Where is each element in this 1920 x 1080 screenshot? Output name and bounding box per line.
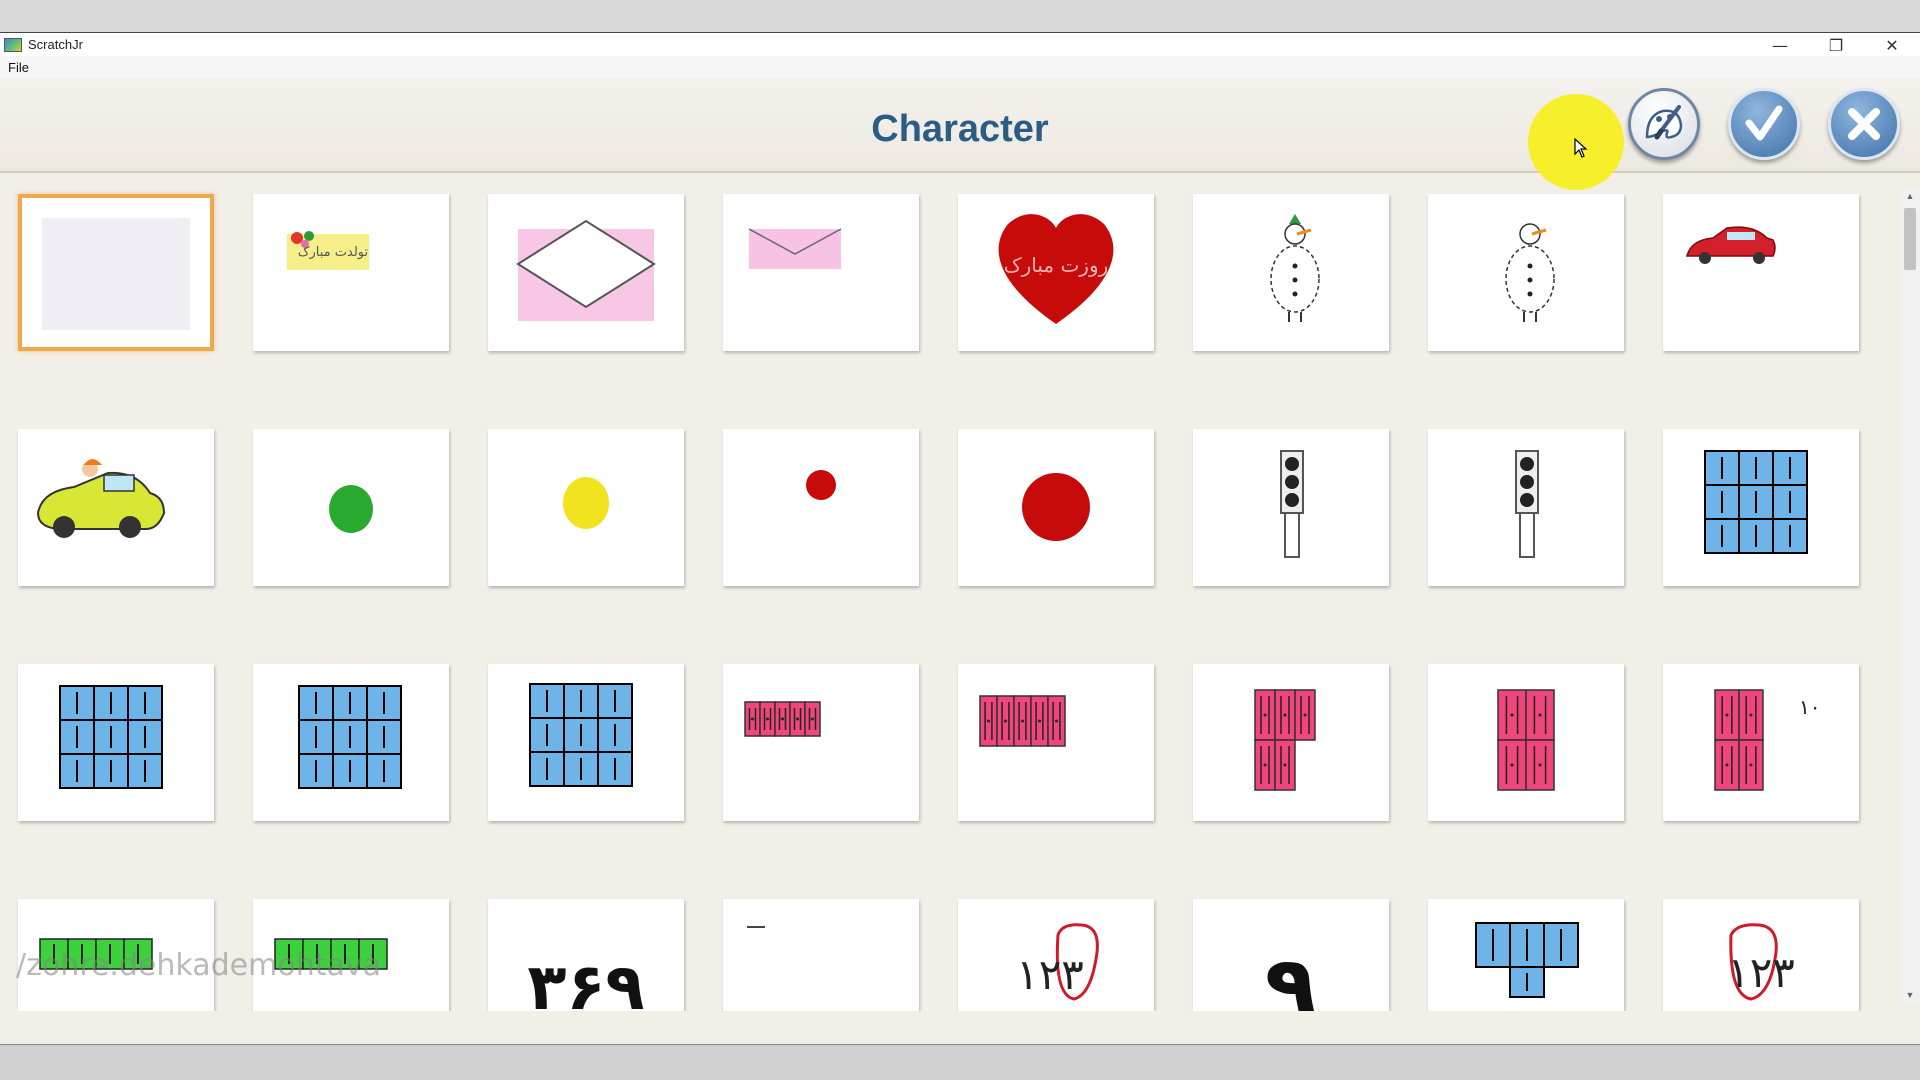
- blue-blocks-grid-2-thumbnail: [59, 685, 163, 789]
- watermark-text: /zohre.dehkademohtava: [16, 948, 382, 983]
- screen-top-band: [0, 0, 1920, 32]
- character-grid: تولدت مبارک روزت مبارک ۱۰ ۳۶۹ ۱۲۳ ۹ ۱۲۳: [0, 173, 1900, 1011]
- library-header: Character: [0, 78, 1920, 190]
- number-369-text: ۳۶۹: [527, 951, 644, 1011]
- character-tile-pink-blocks-column[interactable]: [1428, 664, 1624, 821]
- scroll-thumb[interactable]: [1904, 208, 1916, 270]
- paint-editor-button[interactable]: [1628, 88, 1700, 160]
- blue-blocks-partial-thumbnail: [1475, 922, 1579, 998]
- character-tile-red-heart-card[interactable]: روزت مبارک: [958, 194, 1154, 351]
- checkmark-icon: [1745, 105, 1783, 141]
- digit-10-text: ۱۰: [1799, 695, 1820, 719]
- character-tile-pink-strip-long[interactable]: [958, 664, 1154, 821]
- character-tile-persian-number-369[interactable]: ۳۶۹: [488, 899, 684, 1011]
- character-tile-blue-blocks-grid-1[interactable]: [1663, 429, 1859, 586]
- pink-blocks-l-shape-thumbnail: [1254, 689, 1316, 791]
- dash-sprite-thumbnail: [747, 926, 765, 928]
- character-tile-persian-number-123[interactable]: ۱۲۳: [958, 899, 1154, 1011]
- number-123-text: ۱۲۳: [1016, 950, 1084, 999]
- blank-character-thumbnail: [42, 218, 190, 330]
- flower-card-text: تولدت مبارک: [298, 245, 369, 260]
- red-heart-card-thumbnail: روزت مبارک: [998, 214, 1114, 324]
- character-tile-pink-envelope-small[interactable]: [723, 194, 919, 351]
- pink-envelope-large-thumbnail: [516, 219, 656, 321]
- traffic-light-1-thumbnail: [1280, 450, 1304, 558]
- character-tile-blue-blocks-grid-2[interactable]: [18, 664, 214, 821]
- cartoon-car-thumbnail: [36, 459, 166, 538]
- heart-card-text: روزت مبارک: [1004, 253, 1109, 277]
- small-red-dot-thumbnail: [806, 470, 836, 500]
- pink-strip-long-thumbnail: [979, 695, 1066, 747]
- scroll-up-arrow-icon[interactable]: ▲: [1900, 188, 1920, 204]
- snowman-hat-thumbnail: [1270, 214, 1320, 322]
- persian-number-369-thumbnail: ۳۶۹: [527, 951, 644, 1011]
- snowman-thumbnail: [1505, 223, 1555, 322]
- menu-file[interactable]: File: [0, 60, 37, 75]
- character-tile-traffic-light-2[interactable]: [1428, 429, 1624, 586]
- character-tile-pink-blocks-l-shape[interactable]: [1193, 664, 1389, 821]
- blue-blocks-grid-3-thumbnail: [298, 685, 402, 789]
- character-tile-red-car[interactable]: [1663, 194, 1859, 351]
- pink-strip-short-thumbnail: [744, 701, 821, 737]
- screen-bottom-band: [0, 1044, 1920, 1080]
- character-tile-blue-blocks-grid-3[interactable]: [253, 664, 449, 821]
- character-tile-persian-number-123-red[interactable]: ۱۲۳: [1663, 899, 1859, 1011]
- persian-digit-9-thumbnail: ۹: [1265, 938, 1318, 1011]
- paintbrush-icon: [1645, 105, 1683, 140]
- character-tile-traffic-light-1[interactable]: [1193, 429, 1389, 586]
- yellow-dot-thumbnail: [563, 477, 609, 529]
- close-window-icon[interactable]: ✕: [1864, 33, 1920, 57]
- number-123-red-text: ۱۲۳: [1727, 948, 1795, 997]
- large-red-dot-thumbnail: [1022, 473, 1090, 541]
- flower-card-thumbnail: تولدت مبارک: [287, 231, 369, 270]
- scratchjr-app-icon: [4, 37, 22, 52]
- character-tile-pink-blocks-with-digit[interactable]: ۱۰: [1663, 664, 1859, 821]
- character-tile-blue-blocks-grid-4[interactable]: [488, 664, 684, 821]
- window-titlebar: ScratchJr — ❐ ✕: [0, 32, 1920, 56]
- minimize-icon[interactable]: —: [1752, 33, 1808, 57]
- confirm-button[interactable]: [1728, 88, 1800, 160]
- character-tile-snowman-hat[interactable]: [1193, 194, 1389, 351]
- close-icon: [1848, 108, 1880, 140]
- character-tile-dash-sprite[interactable]: [723, 899, 919, 1011]
- blue-blocks-grid-4-thumbnail: [529, 683, 633, 787]
- character-tile-cartoon-car[interactable]: [18, 429, 214, 586]
- pink-blocks-column-thumbnail: [1497, 689, 1555, 791]
- character-tile-persian-digit-9[interactable]: ۹: [1193, 899, 1389, 1011]
- red-car-thumbnail: [1686, 226, 1776, 264]
- restore-icon[interactable]: ❐: [1808, 33, 1864, 57]
- blue-blocks-grid-1-thumbnail: [1704, 450, 1808, 554]
- character-tile-flower-card[interactable]: تولدت مبارک: [253, 194, 449, 351]
- persian-number-123-red-thumbnail: ۱۲۳: [1727, 923, 1795, 1001]
- character-tile-pink-strip-short[interactable]: [723, 664, 919, 821]
- green-dot-thumbnail: [329, 485, 373, 533]
- character-tile-yellow-dot[interactable]: [488, 429, 684, 586]
- window-title: ScratchJr: [28, 37, 83, 52]
- vertical-scrollbar[interactable]: ▲ ▼: [1900, 188, 1920, 1003]
- mouse-cursor-icon: [1574, 138, 1588, 158]
- character-tile-pink-envelope-large[interactable]: [488, 194, 684, 351]
- persian-number-123-thumbnail: ۱۲۳: [1016, 923, 1099, 1001]
- cancel-button[interactable]: [1828, 88, 1900, 160]
- menubar: File: [0, 56, 1920, 78]
- character-library: Character تولدت مبارک روزت مبارک ۱۰ ۳۶۹ …: [0, 78, 1920, 1044]
- character-tile-green-dot[interactable]: [253, 429, 449, 586]
- character-tile-large-red-dot[interactable]: [958, 429, 1154, 586]
- character-tile-blue-blocks-partial[interactable]: [1428, 899, 1624, 1011]
- character-tile-blank-character[interactable]: [18, 194, 214, 351]
- character-tile-snowman[interactable]: [1428, 194, 1624, 351]
- digit-9-text: ۹: [1265, 938, 1318, 1011]
- traffic-light-2-thumbnail: [1515, 450, 1539, 558]
- pink-blocks-with-digit-thumbnail: ۱۰: [1714, 689, 1820, 791]
- pink-envelope-small-thumbnail: [748, 228, 842, 269]
- scroll-down-arrow-icon[interactable]: ▼: [1900, 987, 1920, 1003]
- character-tile-small-red-dot[interactable]: [723, 429, 919, 586]
